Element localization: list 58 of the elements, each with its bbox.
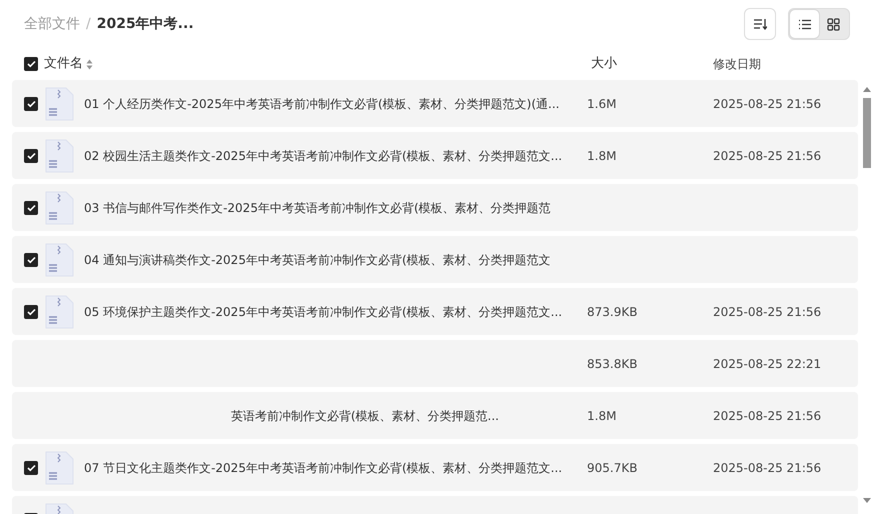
file-size: 905.7KB — [587, 460, 638, 474]
checkmark-icon — [26, 204, 36, 212]
file-size: 873.9KB — [587, 304, 638, 318]
modified-date: 2025-08-25 21:56 — [713, 460, 822, 474]
sort-icon — [753, 18, 767, 30]
file-name[interactable]: 02 校园生活主题类作文-2025年中考英语考前冲制作文必背(模板、素材、分类押题范文... — [84, 146, 562, 164]
modified-date: 2025-08-25 21:56 — [713, 304, 822, 318]
checkmark-icon — [26, 152, 36, 160]
grid-icon — [827, 18, 840, 30]
file-name[interactable]: 03 书信与邮件写作类作文-2025年中考英语考前冲制作文必背(模板、素材、分类押题范 — [84, 198, 551, 216]
column-header: 大小 — [591, 56, 617, 72]
file-name[interactable]: 07 节日文化主题类作文-2025年中考英语考前冲制作文必背(模板、素材、分类押题范文... — [84, 458, 562, 476]
file-size: 1.8M — [587, 408, 616, 422]
modified-date: 2025-08-25 21:56 — [713, 148, 822, 162]
file-icon — [44, 190, 74, 224]
file-icon — [44, 86, 74, 120]
checkbox[interactable] — [24, 96, 38, 110]
checkmark-icon — [26, 308, 36, 316]
file-row[interactable]: 英语考前冲制作文必背(模板、素材、分类押题范... 1.8M 2025-08-25 21:56 — [12, 392, 858, 439]
checkmark-icon — [26, 256, 36, 264]
file-row[interactable]: 05 环境保护主题类作文-2025年中考英语考前冲制作文必背(模板、素材、分类押题范文... 873.9KB 2025-08-25 21:56 — [12, 288, 858, 335]
file-row[interactable]: 03 书信与邮件写作类作文-2025年中考英语考前冲制作文必背(模板、素材、分类押题范 — [12, 184, 858, 231]
modified-date: 2025-08-25 21:56 — [713, 408, 822, 422]
breadcrumb-separator: / — [86, 14, 91, 34]
file-size: 1.8M — [587, 148, 616, 162]
column-header: 修改日期 — [713, 57, 761, 71]
file-icon — [44, 242, 74, 276]
file-name[interactable]: 05 环境保护主题类作文-2025年中考英语考前冲制作文必背(模板、素材、分类押题范文... — [84, 302, 562, 320]
sort-button[interactable] — [744, 8, 776, 40]
modified-date: 2025-08-25 22:21 — [713, 356, 822, 370]
checkbox[interactable] — [24, 252, 38, 266]
file-row[interactable]: 04 通知与演讲稿类作文-2025年中考英语考前冲制作文必背(模板、素材、分类押题范文 — [12, 236, 858, 283]
list-icon — [798, 18, 811, 30]
file-name[interactable]: 英语考前冲制作文必背(模板、素材、分类押题范... — [230, 406, 499, 424]
checkmark-icon — [26, 60, 36, 68]
file-name[interactable]: 01 个人经历类作文-2025年中考英语考前冲制作文必背(模板、素材、分类押题范文)(通... — [84, 94, 560, 112]
file-row[interactable]: 01 个人经历类作文-2025年中考英语考前冲制作文必背(模板、素材、分类押题范文)(通... 1.6M 2025-08-25 21:56 — [12, 80, 858, 127]
checkmark-icon — [26, 100, 36, 108]
file-size: 853.8KB — [587, 356, 638, 370]
file-row[interactable]: 02 校园生活主题类作文-2025年中考英语考前冲制作文必背(模板、素材、分类押题范文... 1.8M 2025-08-25 21:56 — [12, 132, 858, 179]
file-size: 1.6M — [587, 96, 616, 110]
file-row[interactable]: 07 节日文化主题类作文-2025年中考英语考前冲制作文必背(模板、素材、分类押题范文... 905.7KB 2025-08-25 21:56 — [12, 444, 858, 491]
breadcrumb-link[interactable]: 2025年中考... — [96, 14, 194, 34]
file-icon — [44, 138, 74, 172]
file-icon — [44, 450, 74, 484]
list-view-button[interactable] — [790, 10, 819, 38]
checkmark-icon — [26, 464, 36, 472]
checkbox[interactable] — [24, 460, 38, 474]
file-icon — [44, 294, 74, 328]
modified-date: 2025-08-25 21:56 — [713, 96, 822, 110]
checkbox[interactable] — [24, 57, 38, 71]
column-header: 文件名 — [44, 55, 83, 74]
file-name[interactable]: 04 通知与演讲稿类作文-2025年中考英语考前冲制作文必背(模板、素材、分类押题范文 — [84, 250, 551, 268]
checkbox[interactable] — [24, 148, 38, 162]
sort-arrows-icon[interactable] — [86, 58, 93, 70]
checkbox[interactable] — [24, 304, 38, 318]
file-row[interactable]: 853.8KB 2025-08-25 22:21 — [12, 340, 858, 387]
checkbox[interactable] — [24, 200, 38, 214]
